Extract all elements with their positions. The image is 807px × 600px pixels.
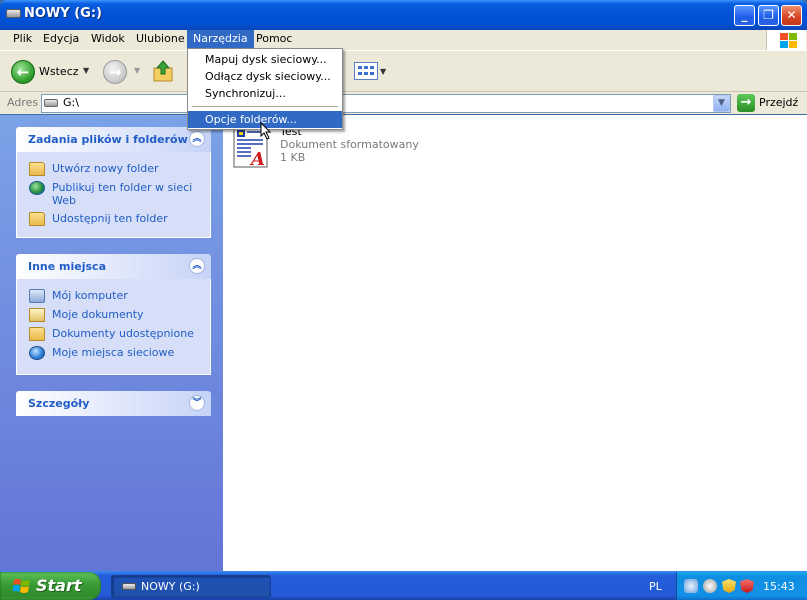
views-dropdown-icon[interactable]: ▼ — [380, 67, 386, 76]
file-list-area[interactable] — [223, 115, 807, 571]
address-input[interactable] — [41, 94, 731, 113]
back-dropdown-icon[interactable]: ▼ — [83, 66, 89, 75]
place-network[interactable]: Moje miejsca sieciowe — [17, 344, 210, 363]
views-icon[interactable] — [354, 62, 378, 80]
my-documents-icon — [29, 308, 45, 322]
task-publish-web[interactable]: Publikuj ten folder w sieci Web — [17, 179, 210, 210]
clock[interactable]: 15:43 — [763, 580, 795, 593]
place-label[interactable]: Mój komputer — [52, 289, 128, 302]
menu-separator — [192, 106, 338, 107]
windows-flag-icon — [12, 578, 31, 594]
file-type: Dokument sformatowany — [280, 138, 419, 151]
file-size: 1 KB — [280, 151, 306, 164]
language-indicator[interactable]: PL — [649, 580, 662, 593]
menu-map-network-drive[interactable]: Mapuj dysk sieciowy... — [188, 51, 342, 68]
mouse-pointer-icon — [260, 121, 272, 140]
share-folder-icon — [29, 212, 45, 226]
place-shared-documents[interactable]: Dokumenty udostępnione — [17, 325, 210, 344]
other-places-panel: Inne miejsca ︽ Mój komputer Moje dokumen… — [16, 254, 211, 375]
task-share-folder[interactable]: Udostępnij ten folder — [17, 210, 210, 229]
go-arrow-icon[interactable]: → — [737, 94, 755, 112]
task-label[interactable]: Utwórz nowy folder — [52, 162, 159, 175]
details-header[interactable]: Szczegóły ︾ — [16, 391, 211, 416]
task-label[interactable]: Udostępnij ten folder — [52, 212, 168, 225]
address-dropdown-icon[interactable]: ▼ — [713, 95, 730, 112]
drive-icon — [122, 583, 136, 590]
windows-logo-icon — [766, 30, 806, 50]
forward-dropdown-icon[interactable]: ▼ — [134, 66, 140, 75]
panel-title: Inne miejsca — [28, 260, 106, 273]
menu-edycja[interactable]: Edycja — [37, 30, 85, 50]
task-new-folder[interactable]: Utwórz nowy folder — [17, 160, 210, 179]
drive-icon — [44, 99, 58, 107]
menu-pomoc[interactable]: Pomoc — [250, 30, 298, 50]
go-button[interactable]: Przejdź — [759, 96, 798, 109]
menu-synchronize[interactable]: Synchronizuj... — [188, 85, 342, 102]
expand-icon[interactable]: ︾ — [189, 395, 205, 411]
network-places-icon — [29, 346, 45, 360]
place-my-computer[interactable]: Mój komputer — [17, 287, 210, 306]
place-my-documents[interactable]: Moje dokumenty — [17, 306, 210, 325]
start-label[interactable]: Start — [36, 576, 82, 595]
collapse-icon[interactable]: ︽ — [189, 131, 205, 147]
file-tasks-header[interactable]: Zadania plików i folderów ︽ — [16, 127, 211, 152]
menu-narzedzia[interactable]: Narzędzia — [187, 30, 254, 50]
maximize-button[interactable]: ❐ — [758, 5, 779, 26]
place-label[interactable]: Moje miejsca sieciowe — [52, 346, 174, 359]
svg-text:A: A — [249, 149, 265, 168]
address-value[interactable]: G:\ — [63, 96, 79, 109]
close-button[interactable]: ✕ — [781, 5, 802, 26]
other-places-header[interactable]: Inne miejsca ︽ — [16, 254, 211, 279]
back-button[interactable]: ← — [11, 60, 35, 84]
up-folder-icon[interactable] — [152, 59, 174, 83]
place-label[interactable]: Dokumenty udostępnione — [52, 327, 194, 340]
new-folder-icon — [29, 162, 45, 176]
drive-icon — [6, 9, 21, 18]
shared-documents-icon — [29, 327, 45, 341]
network-tray-icon[interactable] — [684, 579, 698, 593]
my-computer-icon — [29, 289, 45, 303]
menu-widok[interactable]: Widok — [85, 30, 131, 50]
window-title: NOWY (G:) — [24, 6, 102, 21]
menu-disconnect-network-drive[interactable]: Odłącz dysk sieciowy... — [188, 68, 342, 85]
menu-plik[interactable]: Plik — [7, 30, 38, 50]
back-label[interactable]: Wstecz — [39, 65, 79, 78]
minimize-button[interactable]: _ — [734, 5, 755, 26]
menu-ulubione[interactable]: Ulubione — [130, 30, 191, 50]
publish-web-icon — [29, 181, 45, 195]
taskbar-window-label[interactable]: NOWY (G:) — [141, 580, 200, 593]
forward-button[interactable]: → — [103, 60, 127, 84]
panel-title: Zadania plików i folderów — [28, 133, 188, 146]
panel-title: Szczegóły — [28, 397, 90, 410]
task-label[interactable]: Publikuj ten folder w sieci Web — [52, 181, 192, 207]
address-label: Adres — [7, 96, 39, 109]
collapse-icon[interactable]: ︽ — [189, 258, 205, 274]
file-tasks-panel: Zadania plików i folderów ︽ Utwórz nowy … — [16, 127, 211, 238]
volume-tray-icon[interactable] — [703, 579, 717, 593]
title-bar[interactable] — [0, 0, 807, 30]
place-label[interactable]: Moje dokumenty — [52, 308, 144, 321]
details-panel: Szczegóły ︾ — [16, 391, 211, 416]
